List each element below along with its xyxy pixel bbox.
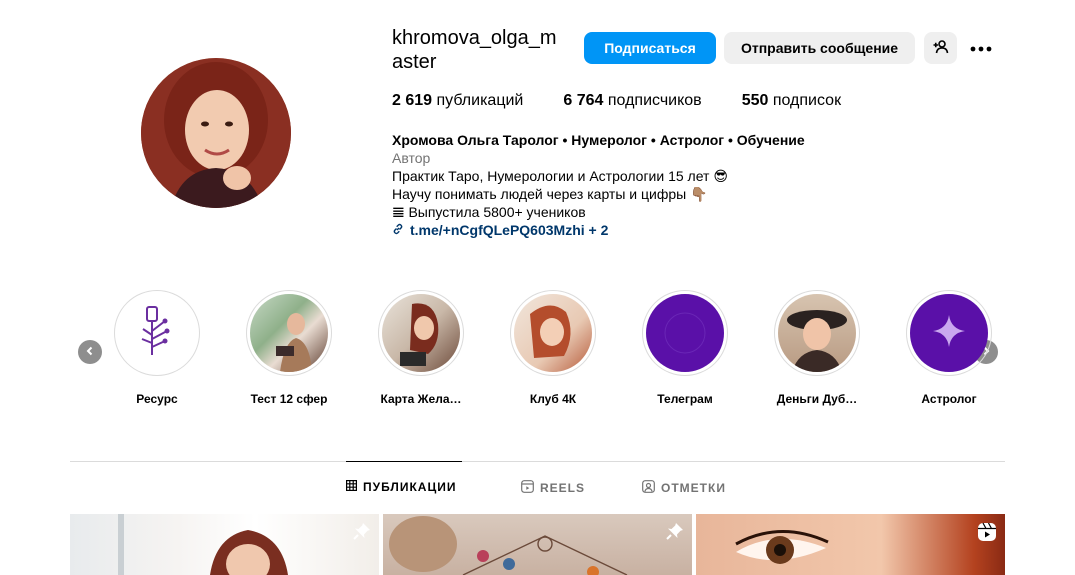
highlight-item[interactable]: Карта Жела…: [366, 290, 476, 406]
highlight-cover: [382, 294, 460, 372]
grid-icon: [346, 480, 358, 494]
highlight-item[interactable]: Ресурс: [102, 290, 212, 406]
posts-grid: [70, 514, 1005, 575]
following-stat[interactable]: 550 подписок: [742, 92, 841, 110]
more-options-button[interactable]: [968, 32, 994, 64]
profile-bio: Хромова Ольга Таролог • Нумеролог • Астр…: [392, 131, 892, 239]
following-count: 550: [741, 92, 769, 109]
bio-link-text: t.me/+nCgfQLePQ603Mzhi + 2: [410, 222, 609, 238]
posts-stat: 2 619 публикаций: [392, 92, 523, 110]
highlight-cover: [514, 294, 592, 372]
highlight-label: Астролог: [921, 392, 977, 406]
posts-count: 2 619: [392, 92, 433, 109]
highlight-cover: [778, 294, 856, 372]
profile-stats: 2 619 публикаций 6 764 подписчиков 550 п…: [392, 92, 881, 110]
highlight-cover: [910, 294, 988, 372]
story-highlights: Ресурс Тест 12 сфер Карта Жела… Клуб 4К: [70, 290, 1005, 410]
followers-count: 6 764: [563, 92, 604, 109]
link-icon: [392, 221, 404, 239]
highlight-label: Ресурс: [136, 392, 178, 406]
pin-icon: [353, 522, 371, 545]
send-message-button[interactable]: Отправить сообщение: [724, 32, 915, 64]
add-person-icon: [933, 39, 949, 57]
profile-tabs: ПУБЛИКАЦИИ REELS ОТМЕТКИ: [0, 480, 1075, 498]
post-thumbnail[interactable]: [70, 514, 379, 575]
tab-reels[interactable]: REELS: [521, 480, 585, 496]
lavender-icon: [137, 303, 177, 364]
following-label: подписок: [772, 92, 842, 109]
followers-stat[interactable]: 6 764 подписчиков: [563, 92, 701, 110]
reels-icon: [521, 480, 534, 496]
highlight-item[interactable]: Тест 12 сфер: [234, 290, 344, 406]
profile-avatar[interactable]: [141, 58, 291, 208]
followers-label: подписчиков: [607, 92, 702, 109]
bio-line-3: 𝌆 Выпустила 5800+ учеников: [392, 204, 586, 220]
pin-icon: [666, 522, 684, 545]
highlight-item[interactable]: Клуб 4К: [498, 290, 608, 406]
highlight-item[interactable]: Астролог: [894, 290, 1004, 406]
tab-reels-label: REELS: [540, 481, 586, 495]
tab-posts-label: ПУБЛИКАЦИИ: [363, 480, 457, 494]
bio-line-1: Практик Таро, Нумерологии и Астрологии 1…: [392, 168, 728, 184]
tab-tagged-label: ОТМЕТКИ: [661, 481, 726, 495]
tab-posts[interactable]: ПУБЛИКАЦИИ: [346, 480, 456, 494]
highlight-label: Клуб 4К: [529, 392, 577, 406]
highlight-label: Карта Жела…: [380, 392, 462, 406]
profile-username: khromova_olga_master: [392, 27, 557, 73]
sparkle-icon: [929, 311, 969, 356]
post-thumbnail[interactable]: [696, 514, 1005, 575]
highlight-cover: [646, 294, 724, 372]
suggested-accounts-button[interactable]: [924, 32, 957, 64]
posts-label: публикаций: [436, 92, 524, 109]
highlight-item[interactable]: Телеграм: [630, 290, 740, 406]
highlight-item[interactable]: Деньги Дуб…: [762, 290, 872, 406]
tabs-divider: [70, 461, 1005, 462]
active-tab-indicator: [346, 461, 462, 462]
bio-category: Автор: [392, 150, 431, 166]
reels-icon: [977, 522, 997, 547]
more-dots-icon: [970, 39, 992, 57]
highlight-cover: [250, 294, 328, 372]
post-thumbnail[interactable]: [383, 514, 692, 575]
highlight-cover: [118, 294, 196, 372]
bio-full-name: Хромова Ольга Таролог • Нумеролог • Астр…: [392, 132, 805, 148]
highlight-label: Тест 12 сфер: [250, 392, 328, 406]
bio-line-2: Научу понимать людей через карты и цифры…: [392, 186, 708, 202]
tagged-icon: [642, 480, 655, 496]
highlight-label: Телеграм: [657, 392, 713, 406]
bio-link[interactable]: t.me/+nCgfQLePQ603Mzhi + 2: [392, 221, 892, 239]
follow-button[interactable]: Подписаться: [584, 32, 716, 64]
highlight-label: Деньги Дуб…: [776, 392, 858, 406]
tab-tagged[interactable]: ОТМЕТКИ: [642, 480, 726, 496]
